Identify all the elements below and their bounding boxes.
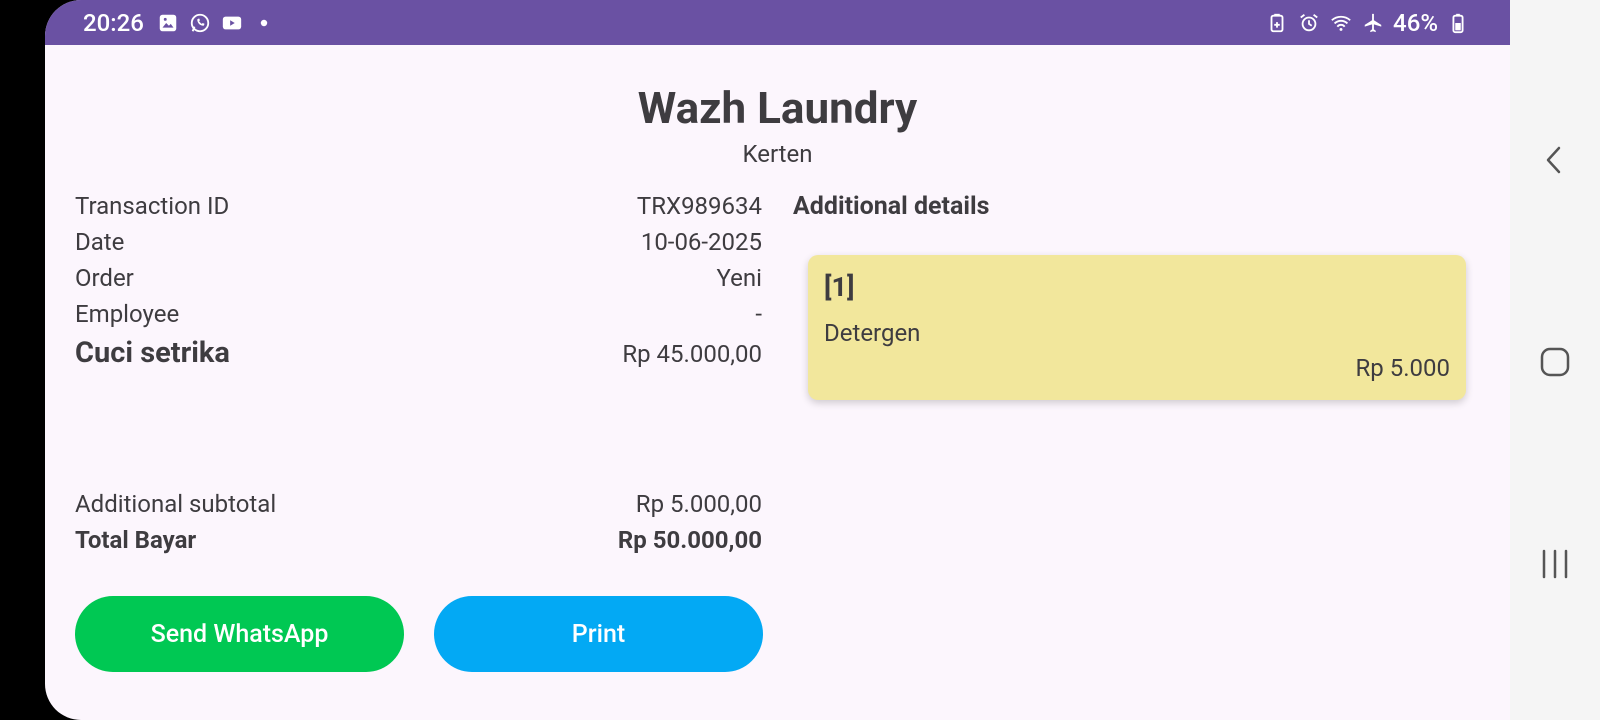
wifi-icon xyxy=(1329,11,1353,35)
transaction-id-row: Transaction ID TRX989634 xyxy=(75,192,762,220)
battery-percent: 46% xyxy=(1393,8,1438,37)
dot-icon xyxy=(252,11,276,35)
store-location: Kerten xyxy=(742,140,813,168)
employee-label: Employee xyxy=(75,300,180,328)
additional-item-index: [1] xyxy=(824,271,855,303)
navigation-bar xyxy=(1510,0,1600,720)
battery-saver-icon xyxy=(1265,11,1289,35)
transaction-id-value: TRX989634 xyxy=(636,192,762,220)
total-row: Total Bayar Rp 50.000,00 xyxy=(75,526,762,554)
youtube-icon xyxy=(220,11,244,35)
whatsapp-icon xyxy=(188,11,212,35)
service-row: Cuci setrika Rp 45.000,00 xyxy=(75,336,762,370)
app-screen: 20:26 46% Wazh Laundry Kerten Transactio… xyxy=(45,0,1510,720)
additional-item-name: Detergen xyxy=(824,319,921,347)
gallery-icon xyxy=(156,11,180,35)
additional-item-price: Rp 5.000 xyxy=(1355,354,1451,382)
status-bar: 20:26 46% xyxy=(45,0,1510,45)
employee-row: Employee - xyxy=(75,300,762,328)
back-button[interactable] xyxy=(1530,135,1580,185)
additional-subtotal-label: Additional subtotal xyxy=(75,490,277,518)
service-price: Rp 45.000,00 xyxy=(622,340,762,368)
order-label: Order xyxy=(75,264,134,292)
service-label: Cuci setrika xyxy=(75,336,230,370)
additional-details-title: Additional details xyxy=(793,192,990,221)
status-time: 20:26 xyxy=(83,8,144,37)
recents-icon xyxy=(1542,549,1568,579)
back-icon xyxy=(1546,146,1561,174)
transaction-id-label: Transaction ID xyxy=(75,192,230,220)
total-label: Total Bayar xyxy=(75,526,197,554)
additional-subtotal-value: Rp 5.000,00 xyxy=(635,490,762,518)
date-row: Date 10-06-2025 xyxy=(75,228,762,256)
total-value: Rp 50.000,00 xyxy=(617,526,762,554)
home-button[interactable] xyxy=(1530,337,1580,387)
status-left: 20:26 xyxy=(83,9,276,37)
screen-edge xyxy=(0,0,45,720)
date-label: Date xyxy=(75,228,125,256)
employee-value: - xyxy=(755,300,762,328)
additional-item-card[interactable]: [1] Detergen Rp 5.000 xyxy=(808,255,1466,400)
date-value: 10-06-2025 xyxy=(640,228,762,256)
print-button[interactable]: Print xyxy=(434,596,763,672)
alarm-icon xyxy=(1297,11,1321,35)
order-value: Yeni xyxy=(716,264,762,292)
status-right: 46% xyxy=(1265,9,1470,37)
store-name: Wazh Laundry xyxy=(637,82,918,134)
airplane-icon xyxy=(1361,11,1385,35)
home-icon xyxy=(1540,347,1570,377)
battery-icon xyxy=(1446,11,1470,35)
recents-button[interactable] xyxy=(1530,539,1580,589)
additional-subtotal-row: Additional subtotal Rp 5.000,00 xyxy=(75,490,762,518)
send-whatsapp-button[interactable]: Send WhatsApp xyxy=(75,596,404,672)
order-row: Order Yeni xyxy=(75,264,762,292)
